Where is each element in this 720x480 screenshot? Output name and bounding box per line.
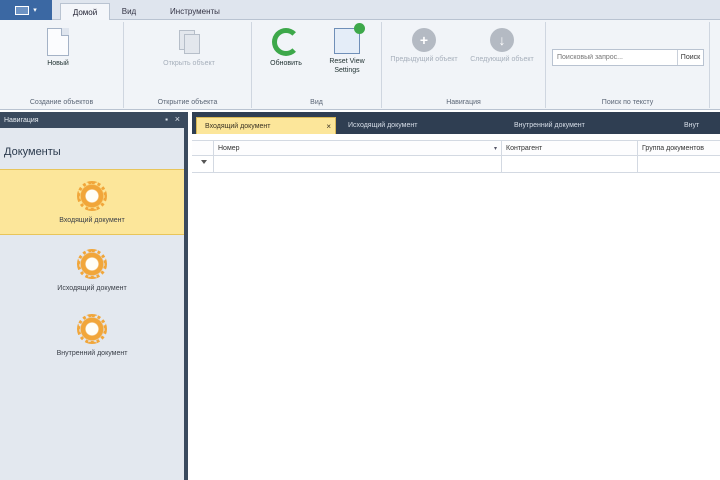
nav-item-internal-document[interactable]: Внутренний документ	[0, 302, 184, 368]
next-object-label: Следующий объект	[470, 56, 534, 63]
ribbon-group-create: Новый Создание объектов	[0, 22, 124, 108]
column-header-number[interactable]: Номер ▾	[214, 141, 502, 155]
column-header-label: Контрагент	[506, 144, 543, 152]
ribbon-group-open-label: Открытие объекта	[157, 99, 218, 106]
tab-view[interactable]: Вид	[112, 3, 146, 20]
search-input[interactable]	[553, 50, 677, 65]
filter-cell-counterparty[interactable]	[502, 156, 638, 172]
column-header-document-group[interactable]: Группа документов	[638, 141, 720, 155]
ribbon-group-view: Обновить Reset View Settings Вид	[252, 22, 382, 108]
filter-cell-document-group[interactable]	[638, 156, 720, 172]
filter-cell-number[interactable]	[214, 156, 502, 172]
ribbon-tab-strip: ▾ Домой Вид Инструменты	[0, 0, 720, 20]
tab-home[interactable]: Домой	[60, 3, 110, 20]
previous-object-icon: +	[412, 28, 436, 52]
app-menu-icon	[15, 5, 30, 15]
doc-tab-label: Исходящий документ	[348, 122, 418, 129]
column-header-counterparty[interactable]: Контрагент	[502, 141, 638, 155]
close-icon[interactable]: ×	[326, 122, 331, 131]
document-tab-strip: Входящий документ × Исходящий документ В…	[192, 112, 720, 134]
refresh-label: Обновить	[270, 60, 302, 67]
doc-tab-label: Входящий документ	[205, 122, 271, 130]
refresh-button[interactable]: Обновить	[258, 28, 314, 68]
navigation-pane: Навигация ▪ × Документы Входящий докумен…	[0, 112, 188, 480]
sort-down-icon: ▾	[493, 145, 497, 152]
open-object-label: Открыть объект	[163, 60, 215, 67]
close-icon[interactable]: ×	[175, 114, 180, 124]
reset-view-label: Reset View Settings	[329, 58, 365, 74]
ribbon-group-view-label: Вид	[310, 99, 323, 106]
tab-tools[interactable]: Инструменты	[150, 3, 240, 20]
doc-tab-label: Внут	[684, 122, 700, 129]
open-object-button[interactable]: Открыть объект	[158, 28, 220, 68]
refresh-icon	[272, 28, 300, 56]
gear-icon	[77, 313, 107, 344]
open-object-icon	[175, 28, 203, 56]
new-button[interactable]: Новый	[28, 28, 88, 68]
doc-tab-overflow[interactable]: Внут	[676, 117, 720, 134]
grid-filter-row[interactable]	[192, 156, 720, 173]
column-header-label: Группа документов	[642, 144, 704, 152]
navigation-pane-title: Навигация	[4, 116, 39, 124]
gear-icon	[77, 248, 107, 279]
ribbon-group-search-label: Поиск по тексту	[601, 99, 654, 106]
doc-tab-incoming[interactable]: Входящий документ ×	[196, 117, 336, 134]
reset-view-settings-button[interactable]: Reset View Settings	[316, 23, 378, 75]
app-menu-button[interactable]: ▾	[0, 0, 52, 20]
doc-tab-internal[interactable]: Внутренний документ	[506, 117, 676, 134]
search-box: Поиск	[552, 49, 704, 66]
ribbon-group-navigation-label: Навигация	[446, 99, 481, 106]
navigation-pane-header: Навигация ▪ ×	[0, 112, 184, 128]
ribbon-group-navigation: + Предыдущий объект ↓ Следующий объект Н…	[382, 22, 546, 108]
filter-icon	[201, 160, 207, 167]
document-grid: Номер ▾ Контрагент Группа документов	[192, 134, 720, 480]
app-menu-caret: ▾	[33, 7, 37, 14]
previous-object-label: Предыдущий объект	[390, 56, 458, 63]
pin-icon[interactable]: ▪	[165, 115, 168, 124]
next-object-button[interactable]: ↓ Следующий объект	[466, 28, 538, 64]
doc-tab-outgoing[interactable]: Исходящий документ	[340, 117, 500, 134]
ribbon-group-open: Открыть объект Открытие объекта	[124, 22, 252, 108]
ribbon-group-search: Поиск Поиск по тексту	[546, 22, 710, 108]
nav-item-label: Исходящий документ	[57, 284, 127, 292]
nav-item-label: Внутренний документ	[56, 349, 128, 357]
nav-item-incoming-document[interactable]: Входящий документ	[0, 169, 184, 235]
ribbon: Новый Создание объектов Открыть объект О…	[0, 20, 720, 110]
search-button[interactable]: Поиск	[677, 50, 703, 65]
new-document-icon	[47, 28, 69, 56]
navigation-group-documents[interactable]: Документы	[4, 146, 61, 158]
grid-row-indicator-header	[192, 141, 214, 155]
previous-object-button[interactable]: + Предыдущий объект	[388, 28, 460, 64]
new-button-label: Новый	[47, 60, 69, 67]
filter-row-indicator	[192, 156, 214, 172]
next-object-icon: ↓	[490, 28, 514, 52]
nav-item-label: Входящий документ	[59, 216, 125, 224]
nav-item-outgoing-document[interactable]: Исходящий документ	[0, 237, 184, 303]
doc-tab-label: Внутренний документ	[514, 122, 585, 129]
gear-icon	[77, 180, 107, 211]
column-header-label: Номер	[218, 144, 240, 152]
reset-view-icon	[334, 23, 365, 54]
grid-header: Номер ▾ Контрагент Группа документов	[192, 140, 720, 156]
ribbon-group-create-label: Создание объектов	[29, 99, 94, 106]
